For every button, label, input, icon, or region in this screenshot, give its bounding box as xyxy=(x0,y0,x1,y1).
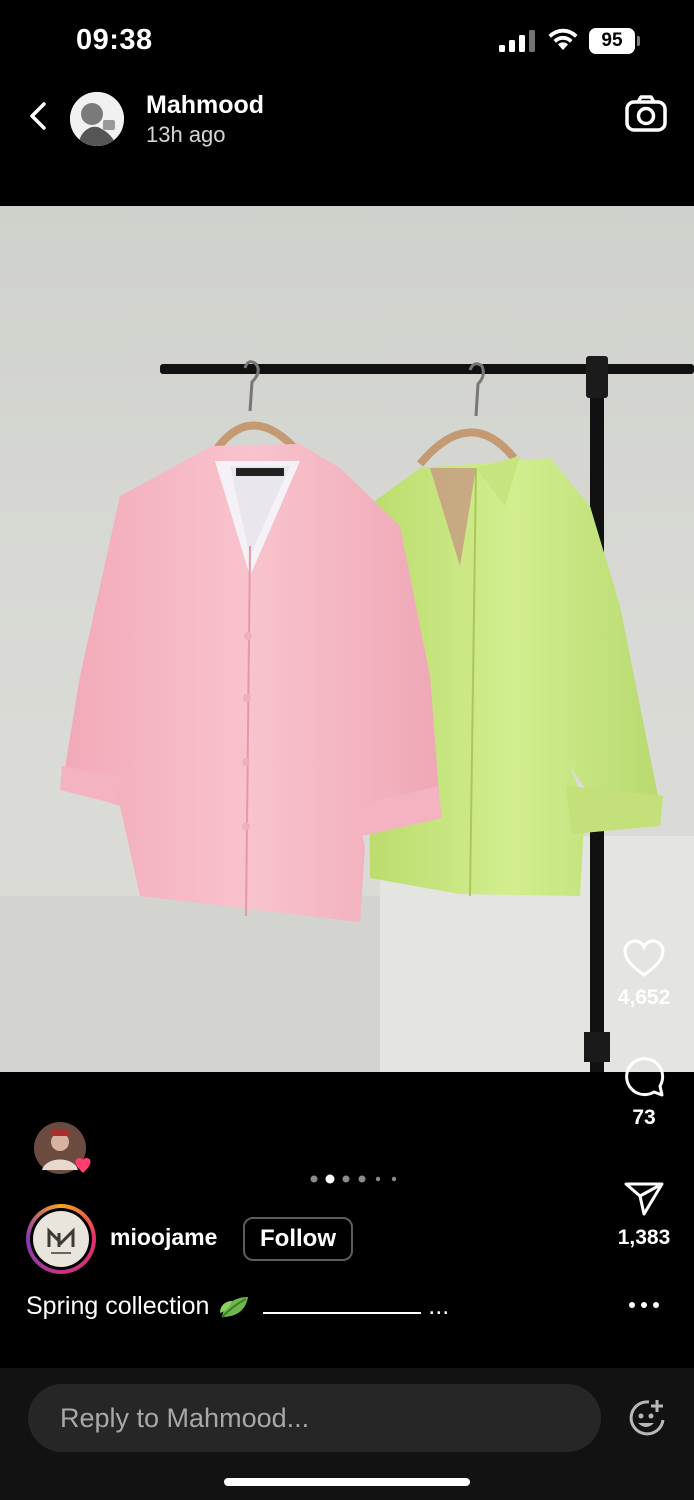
battery-level: 95 xyxy=(589,28,635,54)
sticker-icon[interactable] xyxy=(627,1398,667,1438)
heart-icon[interactable] xyxy=(622,938,666,978)
status-bar: 09:38 95 xyxy=(0,0,694,80)
caption[interactable]: Spring collection ... xyxy=(26,1292,449,1321)
share-count: 1,383 xyxy=(617,1226,671,1249)
like-count: 4,652 xyxy=(617,986,671,1009)
avatar[interactable] xyxy=(70,92,124,146)
story-header: Mahmood 13h ago xyxy=(0,84,694,164)
page-dot xyxy=(358,1175,366,1183)
caption-text: Spring collection xyxy=(26,1292,210,1320)
account-logo xyxy=(33,1211,89,1267)
camera-icon[interactable] xyxy=(624,94,668,134)
page-dot xyxy=(342,1175,350,1183)
send-icon[interactable] xyxy=(622,1178,666,1218)
viewer-avatar[interactable] xyxy=(34,1122,91,1174)
back-icon[interactable] xyxy=(24,98,54,134)
account-name[interactable]: mioojame xyxy=(110,1224,217,1251)
account-row: mioojame Follow xyxy=(26,1204,426,1274)
follow-button[interactable]: Follow xyxy=(243,1217,353,1261)
wifi-icon xyxy=(548,28,578,50)
battery-icon: 95 xyxy=(589,28,641,54)
clothing-rack-photo xyxy=(0,206,694,1072)
page-dot xyxy=(375,1176,381,1182)
like-action[interactable]: 4,652 xyxy=(599,938,689,1010)
page-indicator xyxy=(310,1174,397,1184)
story-ring[interactable] xyxy=(26,1204,96,1274)
page-dot xyxy=(310,1175,318,1183)
page-dot-active xyxy=(325,1174,335,1184)
share-action[interactable]: 1,383 xyxy=(599,1178,689,1250)
cellular-signal-icon xyxy=(499,30,535,52)
caption-underline xyxy=(263,1296,422,1314)
story-username[interactable]: Mahmood xyxy=(146,91,264,120)
comment-icon[interactable] xyxy=(622,1056,666,1098)
page-dot xyxy=(391,1176,397,1182)
reply-bar xyxy=(0,1368,694,1500)
story-image[interactable] xyxy=(0,206,694,1072)
reply-input[interactable] xyxy=(28,1384,601,1452)
story-timestamp: 13h ago xyxy=(146,122,226,147)
comment-action[interactable]: 73 xyxy=(599,1056,689,1130)
more-icon[interactable] xyxy=(628,1300,660,1310)
comment-count: 73 xyxy=(632,1106,656,1129)
status-time: 09:38 xyxy=(76,24,153,56)
caption-ellipsis: ... xyxy=(428,1292,450,1320)
home-indicator[interactable] xyxy=(224,1478,470,1486)
leaf-icon xyxy=(220,1297,249,1319)
